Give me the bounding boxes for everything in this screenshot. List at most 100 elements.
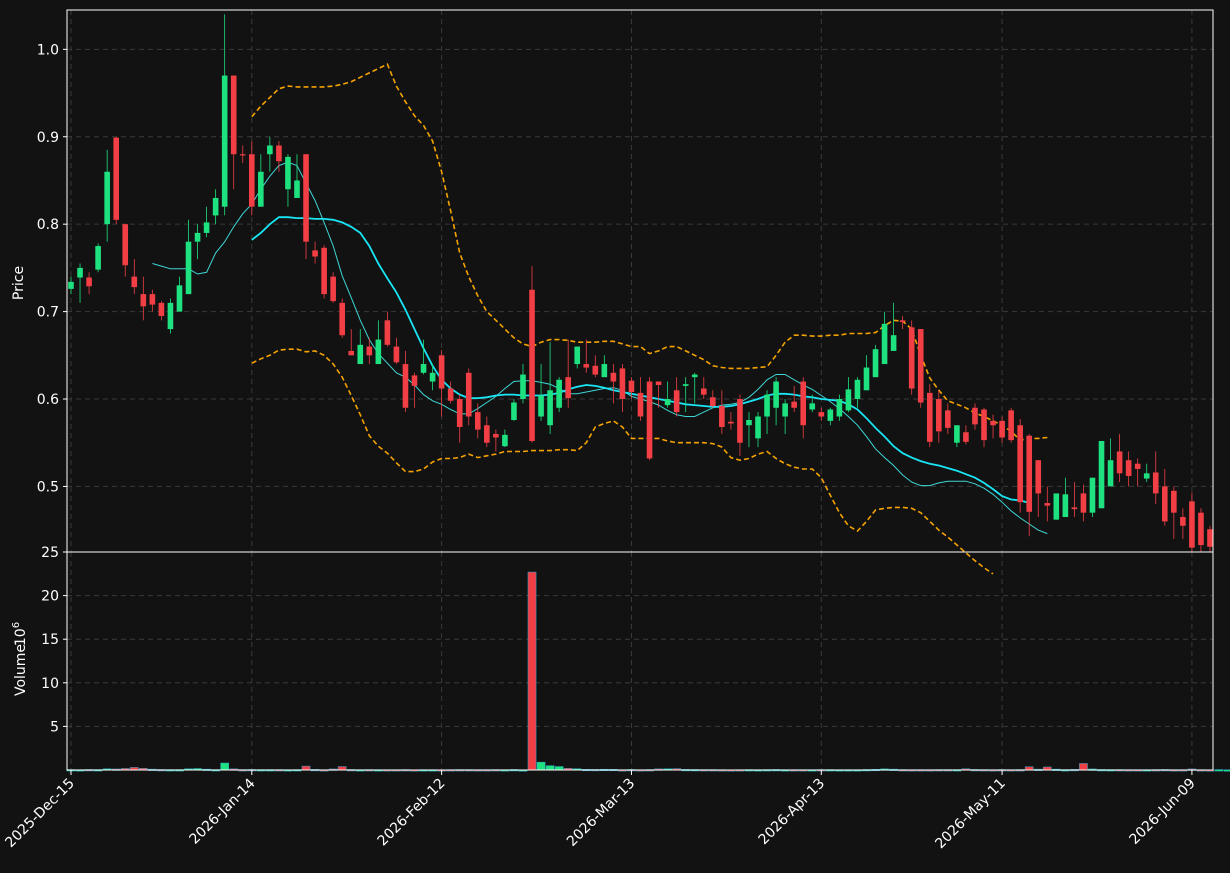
candle [312,241,318,264]
x-tick-label: 2025-Dec-15 [2,776,77,851]
candle-body [972,407,978,425]
candle-body [330,276,336,302]
price-tick-label: 0.9 [37,130,59,146]
candle [1035,460,1042,518]
candle-body [601,364,608,378]
candle-body [673,390,680,413]
volume-tick-label: 10 [41,676,59,692]
candle [746,412,752,448]
candle-body [357,344,364,365]
candle-body [77,267,83,278]
candle-body [149,294,156,305]
candle [447,381,454,404]
candle [719,390,725,434]
candle [1017,419,1023,513]
candle [267,136,273,172]
candle-body [737,399,743,443]
candle-body [1026,435,1033,512]
x-tick-label: 2026-Mar-13 [564,776,638,850]
candle-body [212,197,219,216]
candle [1207,525,1213,552]
candle-body [791,401,797,408]
candle [167,298,174,334]
candle [917,329,924,408]
candle-body [710,397,716,407]
volume-axis-label-text: Volume [13,644,29,696]
candle-body [755,416,761,439]
candle-body [1080,493,1087,513]
candle [990,414,996,439]
candle [972,403,978,430]
candle-body [465,372,472,417]
candle [1189,492,1195,552]
candle [538,364,544,421]
candle [737,394,743,456]
candle [1026,433,1033,537]
candle [77,263,83,303]
candle [710,390,716,408]
candle-body [646,381,653,459]
volume-grid [67,552,1213,770]
price-tick-label: 0.7 [37,305,59,321]
volume-tick-label: 25 [41,545,59,561]
candle [1198,508,1204,552]
candle [547,342,553,434]
candle-body [276,145,282,162]
candle-body [1152,472,1159,494]
candle-body [999,420,1005,438]
volume-bar [554,766,564,771]
candle-body [610,372,617,382]
candle-body [221,75,228,207]
candle [755,412,761,448]
candle-body [158,302,165,316]
candle [773,377,779,426]
candle-body [1125,460,1132,476]
candle [131,259,138,295]
candle [339,298,345,338]
candle [673,377,680,417]
candle [258,154,264,207]
candle [890,302,897,351]
candle-body [764,394,770,417]
candle [502,429,508,448]
candle [95,243,101,273]
candle-body [294,180,300,198]
candle [1143,463,1150,483]
candle-body [185,241,192,295]
candle-body [95,246,101,270]
bollinger-bands [251,63,1048,575]
candlestick-volume-chart: 0.5 0.6 0.7 0.8 0.9 1.0 Price 5 10 15 20 25 Volum… [2,9,1230,852]
candle-body [945,410,951,428]
candle-body [113,137,120,220]
price-tick-label: 0.6 [37,392,59,408]
candle [493,429,499,452]
candle-body [1134,463,1141,469]
candle-body [502,434,508,447]
candle [637,377,644,421]
candle [1071,482,1078,518]
candle [1107,438,1114,487]
candle [999,416,1005,443]
candle [1116,433,1123,483]
candle-body [230,75,237,155]
candle [764,390,770,434]
candle-body [547,390,553,426]
candle [1098,440,1105,509]
candle [330,272,336,303]
candle [248,141,255,216]
candle [113,136,120,225]
candle [936,390,942,443]
candle [610,364,617,404]
candle [845,377,852,413]
volume-panel: 5 10 15 20 25 Volume 106 [11,545,1230,772]
candle [592,355,599,378]
price-frame [66,9,1214,553]
candle [646,377,653,461]
candle-body [1098,440,1105,509]
candle-body [908,327,915,389]
candle-body [493,433,499,438]
candle-body [773,381,779,408]
candle [583,339,590,373]
x-tick-label: 2026-Apr-13 [756,776,829,849]
candle [411,372,418,408]
